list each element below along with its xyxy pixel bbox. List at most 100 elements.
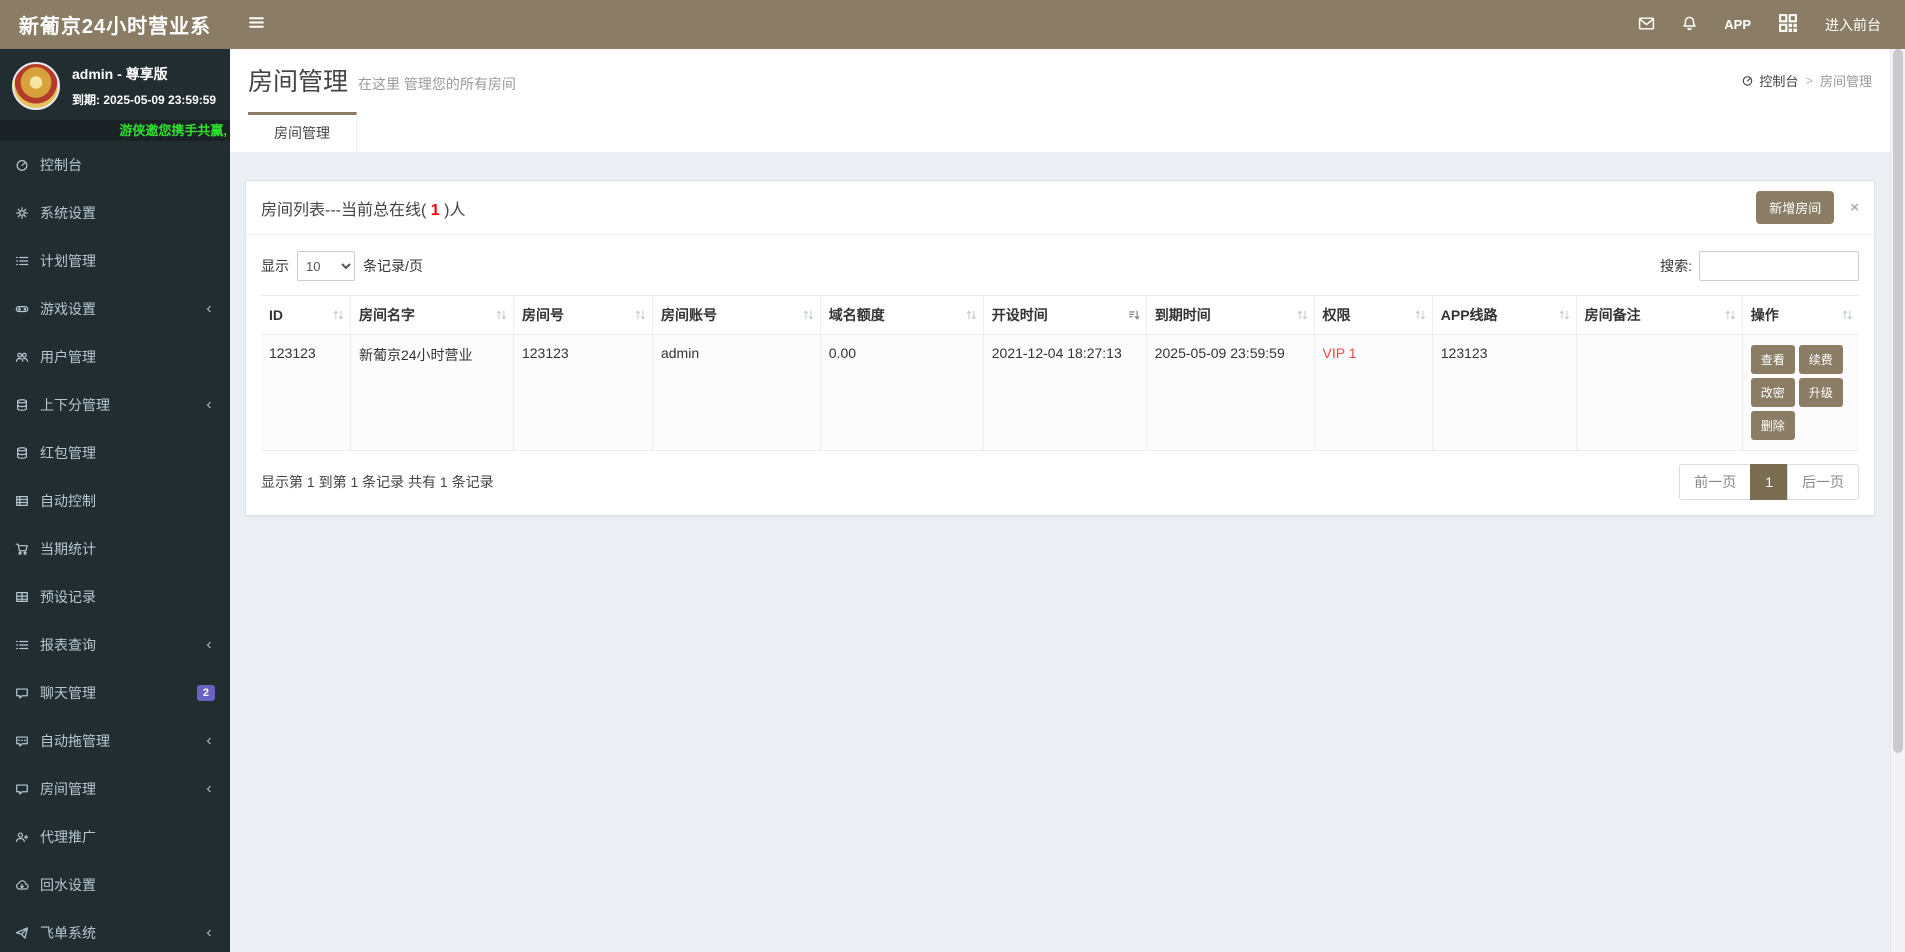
vertical-scrollbar[interactable] bbox=[1890, 49, 1905, 952]
sidebar-item-9[interactable]: 预设记录 bbox=[0, 573, 230, 621]
user-plus-icon bbox=[15, 830, 37, 844]
sidebar-item-label: 上下分管理 bbox=[40, 397, 110, 413]
cell-created: 2021-12-04 18:27:13 bbox=[982, 334, 1147, 451]
enter-frontend-link[interactable]: 进入前台 bbox=[1825, 15, 1881, 35]
tab-room-management[interactable]: 房间管理 bbox=[248, 112, 357, 152]
sidebar-item-3[interactable]: 游戏设置 bbox=[0, 285, 230, 333]
sidebar-item-6[interactable]: 红包管理 bbox=[0, 429, 230, 477]
sort-icon[interactable] bbox=[495, 309, 508, 322]
row-action-button-3[interactable]: 升级 bbox=[1798, 378, 1843, 407]
search-input[interactable] bbox=[1699, 251, 1859, 281]
database-icon bbox=[15, 398, 37, 412]
row-action-button-0[interactable]: 查看 bbox=[1750, 345, 1795, 374]
sidebar-item-4[interactable]: 用户管理 bbox=[0, 333, 230, 381]
online-count: 1 bbox=[426, 201, 445, 219]
sort-desc-icon[interactable] bbox=[1128, 309, 1141, 322]
sidebar-item-15[interactable]: 回水设置 bbox=[0, 861, 230, 909]
list-icon bbox=[15, 254, 37, 268]
row-action-button-2[interactable]: 改密 bbox=[1750, 378, 1795, 407]
sort-icon[interactable] bbox=[1841, 309, 1854, 322]
col-room-name[interactable]: 房间名字 bbox=[349, 295, 514, 335]
sort-icon[interactable] bbox=[1296, 309, 1309, 322]
brand-logo[interactable]: 新葡京24小时营业系 bbox=[0, 0, 230, 49]
sidebar-item-13[interactable]: 房间管理 bbox=[0, 765, 230, 813]
sidebar-item-2[interactable]: 计划管理 bbox=[0, 237, 230, 285]
top-navbar: APP 进入前台 bbox=[230, 0, 1905, 49]
sidebar-toggle-button[interactable] bbox=[230, 0, 283, 49]
bell-icon bbox=[1681, 15, 1698, 35]
table-toolbar: 显示 10 条记录/页 搜索: bbox=[261, 251, 1859, 281]
add-room-button[interactable]: 新增房间 bbox=[1756, 191, 1835, 224]
collapse-icon[interactable]: × bbox=[1850, 199, 1859, 216]
sidebar-item-1[interactable]: 系统设置 bbox=[0, 189, 230, 237]
hamburger-icon bbox=[248, 14, 265, 36]
sort-icon[interactable] bbox=[1724, 309, 1737, 322]
sidebar-item-label: 自动拖管理 bbox=[40, 733, 110, 749]
sidebar-item-16[interactable]: 飞单系统 bbox=[0, 909, 230, 952]
sidebar: admin - 尊享版 到期: 2025-05-09 23:59:59 游侠邀您… bbox=[0, 49, 230, 952]
sidebar-item-5[interactable]: 上下分管理 bbox=[0, 381, 230, 429]
col-room-no[interactable]: 房间号 bbox=[512, 295, 653, 335]
col-created[interactable]: 开设时间 bbox=[982, 295, 1147, 335]
sidebar-item-14[interactable]: 代理推广 bbox=[0, 813, 230, 861]
pagination: 前一页 1 后一页 bbox=[1679, 464, 1859, 500]
sidebar-item-label: 用户管理 bbox=[40, 349, 96, 365]
table-footer: 显示第 1 到第 1 条记录 共有 1 条记录 前一页 1 后一页 bbox=[261, 464, 1859, 500]
breadcrumb-home-link[interactable]: 控制台 bbox=[1741, 71, 1798, 90]
list-icon bbox=[15, 638, 37, 652]
col-expires[interactable]: 到期时间 bbox=[1145, 295, 1315, 335]
dashboard-icon bbox=[1741, 74, 1754, 87]
sort-icon[interactable] bbox=[1414, 309, 1427, 322]
gamepad-icon bbox=[15, 302, 37, 316]
sidebar-item-12[interactable]: 自动拖管理 bbox=[0, 717, 230, 765]
sidebar-item-7[interactable]: 自动控制 bbox=[0, 477, 230, 525]
sidebar-item-0[interactable]: 控制台 bbox=[0, 141, 230, 189]
unread-badge: 2 bbox=[196, 685, 215, 701]
users-icon bbox=[15, 350, 37, 364]
pagination-button-2[interactable]: 后一页 bbox=[1787, 464, 1859, 500]
qr-code-icon bbox=[1777, 12, 1799, 37]
table-header-row: ID 房间名字 房间号 房间账号 域名额度 开设时间 到期时间 权限 APP线路… bbox=[261, 295, 1859, 335]
col-vip[interactable]: 权限 bbox=[1313, 295, 1433, 335]
sidebar-item-10[interactable]: 报表查询 bbox=[0, 621, 230, 669]
col-account[interactable]: 房间账号 bbox=[651, 295, 821, 335]
sidebar-item-8[interactable]: 当期统计 bbox=[0, 525, 230, 573]
sidebar-item-label: 报表查询 bbox=[40, 637, 96, 653]
cell-vip: VIP 1 bbox=[1313, 334, 1433, 451]
col-actions[interactable]: 操作 bbox=[1741, 295, 1859, 335]
sort-icon[interactable] bbox=[965, 309, 978, 322]
sort-icon[interactable] bbox=[802, 309, 815, 322]
scrollbar-thumb[interactable] bbox=[1893, 49, 1903, 754]
row-action-button-4[interactable]: 删除 bbox=[1750, 411, 1795, 440]
cell-room-name: 新葡京24小时营业 bbox=[349, 334, 514, 451]
page-size-control: 显示 10 条记录/页 bbox=[261, 251, 423, 281]
sidebar-item-label: 当期统计 bbox=[40, 541, 96, 557]
sort-icon[interactable] bbox=[332, 309, 345, 322]
qr-code-button[interactable] bbox=[1777, 12, 1799, 37]
sidebar-item-11[interactable]: 聊天管理 2 bbox=[0, 669, 230, 717]
col-id[interactable]: ID bbox=[261, 295, 351, 335]
pagination-button-0[interactable]: 前一页 bbox=[1679, 464, 1752, 500]
sort-icon[interactable] bbox=[1558, 309, 1571, 322]
messages-button[interactable] bbox=[1638, 15, 1655, 35]
col-remark[interactable]: 房间备注 bbox=[1575, 295, 1743, 335]
th-list-icon bbox=[15, 494, 37, 508]
sidebar-item-label: 预设记录 bbox=[40, 589, 96, 605]
chevron-left-icon bbox=[203, 399, 215, 411]
pagination-button-1[interactable]: 1 bbox=[1750, 464, 1788, 500]
comment-icon bbox=[15, 686, 37, 700]
chevron-left-icon bbox=[203, 303, 215, 315]
sidebar-item-label: 聊天管理 bbox=[40, 685, 96, 701]
sidebar-menu: 控制台 系统设置 计划管理 游戏设置用户管理上下分管理红包管理 自动控制当期统计预设记录… bbox=[0, 141, 230, 952]
app-link[interactable]: APP bbox=[1724, 17, 1751, 32]
col-app-line[interactable]: APP线路 bbox=[1431, 295, 1577, 335]
rooms-table: ID 房间名字 房间号 房间账号 域名额度 开设时间 到期时间 权限 APP线路… bbox=[261, 295, 1859, 451]
notifications-button[interactable] bbox=[1681, 15, 1698, 35]
col-quota[interactable]: 域名额度 bbox=[819, 295, 984, 335]
cell-account: admin bbox=[651, 334, 821, 451]
cell-remark bbox=[1575, 334, 1743, 451]
page-size-select[interactable]: 10 bbox=[297, 251, 355, 281]
sidebar-item-label: 代理推广 bbox=[40, 829, 96, 845]
sort-icon[interactable] bbox=[634, 309, 647, 322]
row-action-button-1[interactable]: 续费 bbox=[1798, 345, 1843, 374]
